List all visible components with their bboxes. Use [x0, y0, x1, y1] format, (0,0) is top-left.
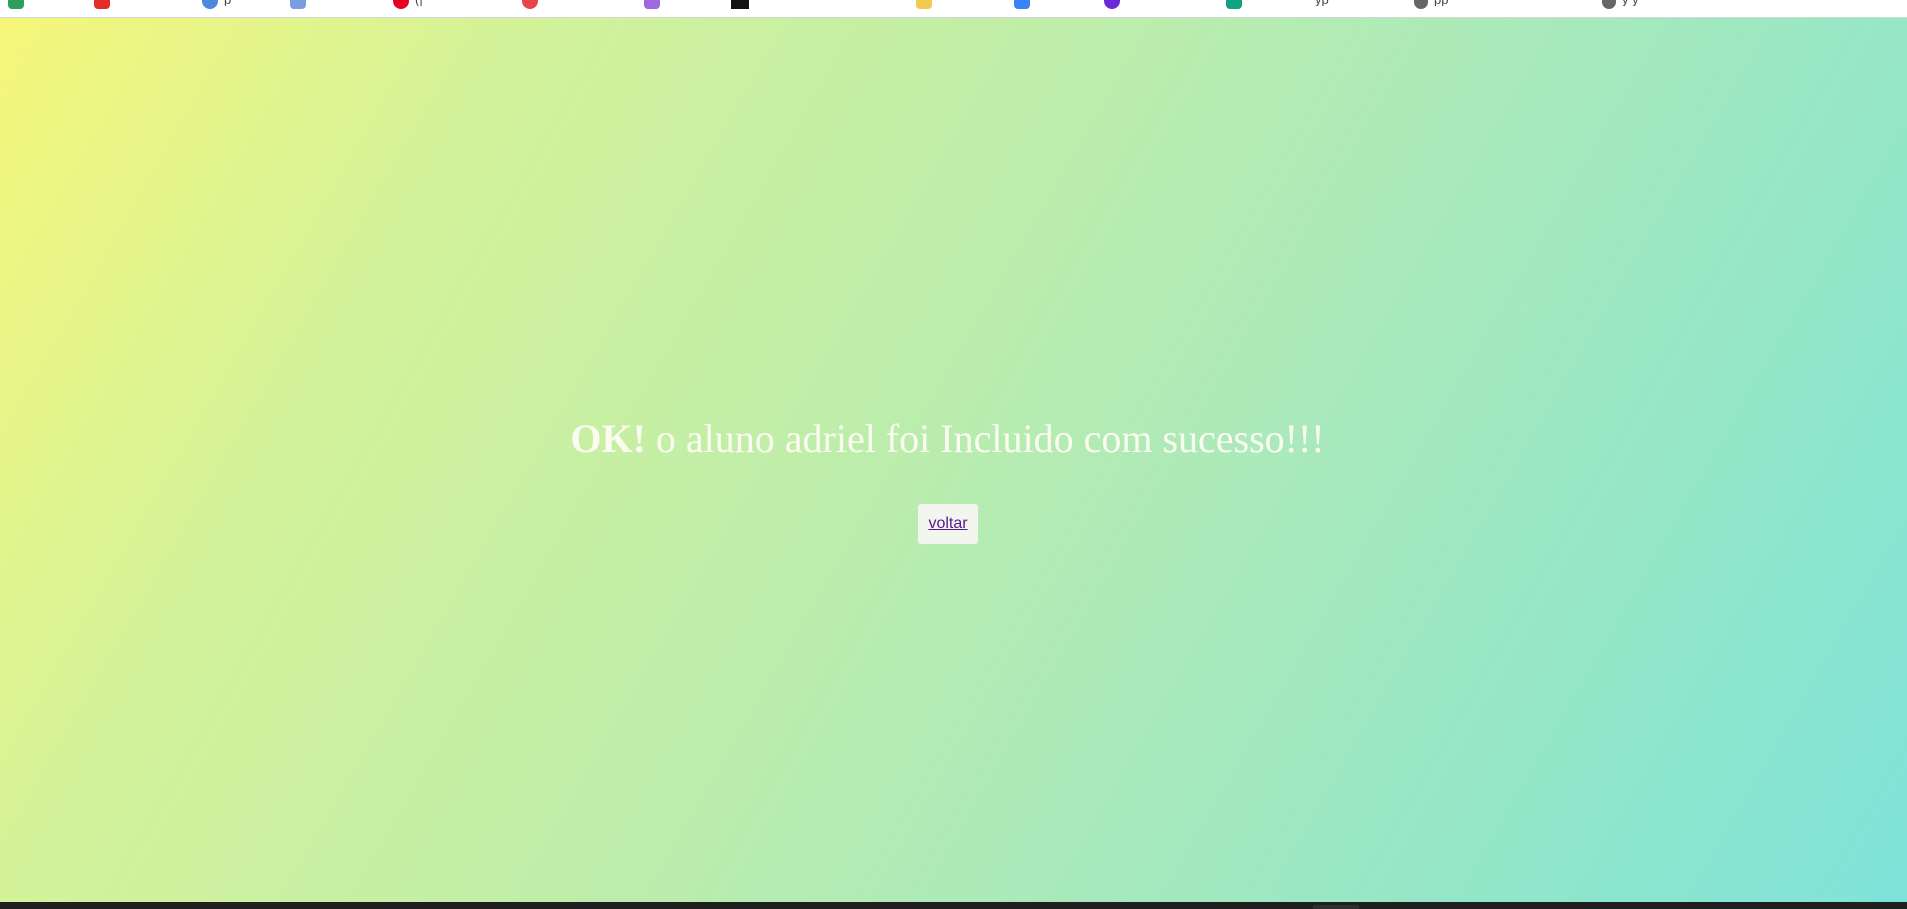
bookmark-site-icon [522, 0, 538, 9]
taskbar [0, 902, 1907, 909]
bookmark-label: (| [415, 0, 423, 6]
bookmark-site-icon [290, 0, 306, 9]
bookmarks-bar: p (| yp [0, 0, 1907, 18]
bookmark-item[interactable]: yp [1315, 0, 1329, 9]
bookmark-label: y y [1622, 0, 1639, 6]
back-link[interactable]: voltar [928, 515, 967, 533]
pinterest-icon [393, 0, 409, 9]
bookmark-label: pp [1434, 0, 1448, 6]
bookmark-item[interactable] [1104, 0, 1120, 9]
back-button[interactable]: voltar [918, 504, 978, 544]
bookmark-item[interactable] [1014, 0, 1030, 9]
bookmark-item[interactable]: y y [1602, 0, 1639, 9]
bookmark-site-icon [202, 0, 218, 9]
bookmark-item[interactable] [731, 0, 749, 9]
taskbar-item[interactable] [1313, 905, 1359, 909]
bookmark-site-icon [1414, 0, 1428, 9]
youtube-icon [94, 0, 110, 9]
bookmark-item[interactable] [916, 0, 932, 9]
bookmark-item[interactable] [522, 0, 538, 9]
bookmark-item[interactable] [1226, 0, 1242, 9]
bookmark-site-icon [1104, 0, 1120, 9]
bookmark-pinterest[interactable]: (| [393, 0, 423, 9]
bookmark-label: yp [1315, 0, 1329, 6]
bookmark-item[interactable]: pp [1414, 0, 1448, 9]
bookmark-site-icon [916, 0, 932, 9]
bookmark-site-icon [731, 0, 749, 9]
bookmark-site-icon [644, 0, 660, 9]
page-content: OK! o aluno adriel foi Incluido com suce… [0, 18, 1907, 902]
bookmark-site-icon [1014, 0, 1030, 9]
browser-page: p (| yp [0, 0, 1907, 909]
bookmark-item[interactable] [644, 0, 660, 9]
bookmark-item[interactable] [8, 0, 24, 9]
bookmark-youtube[interactable] [94, 0, 110, 9]
bookmark-item[interactable] [290, 0, 306, 9]
bookmark-label: p [224, 0, 231, 6]
success-message: OK! o aluno adriel foi Incluido com suce… [0, 415, 1895, 462]
success-ok-label: OK! [570, 416, 646, 461]
bookmark-item[interactable]: p [202, 0, 231, 9]
success-message-text: o aluno adriel foi Incluido com sucesso!… [645, 416, 1325, 461]
bookmark-site-icon [1602, 0, 1616, 9]
bookmark-site-icon [8, 0, 24, 9]
bookmark-site-icon [1226, 0, 1242, 9]
